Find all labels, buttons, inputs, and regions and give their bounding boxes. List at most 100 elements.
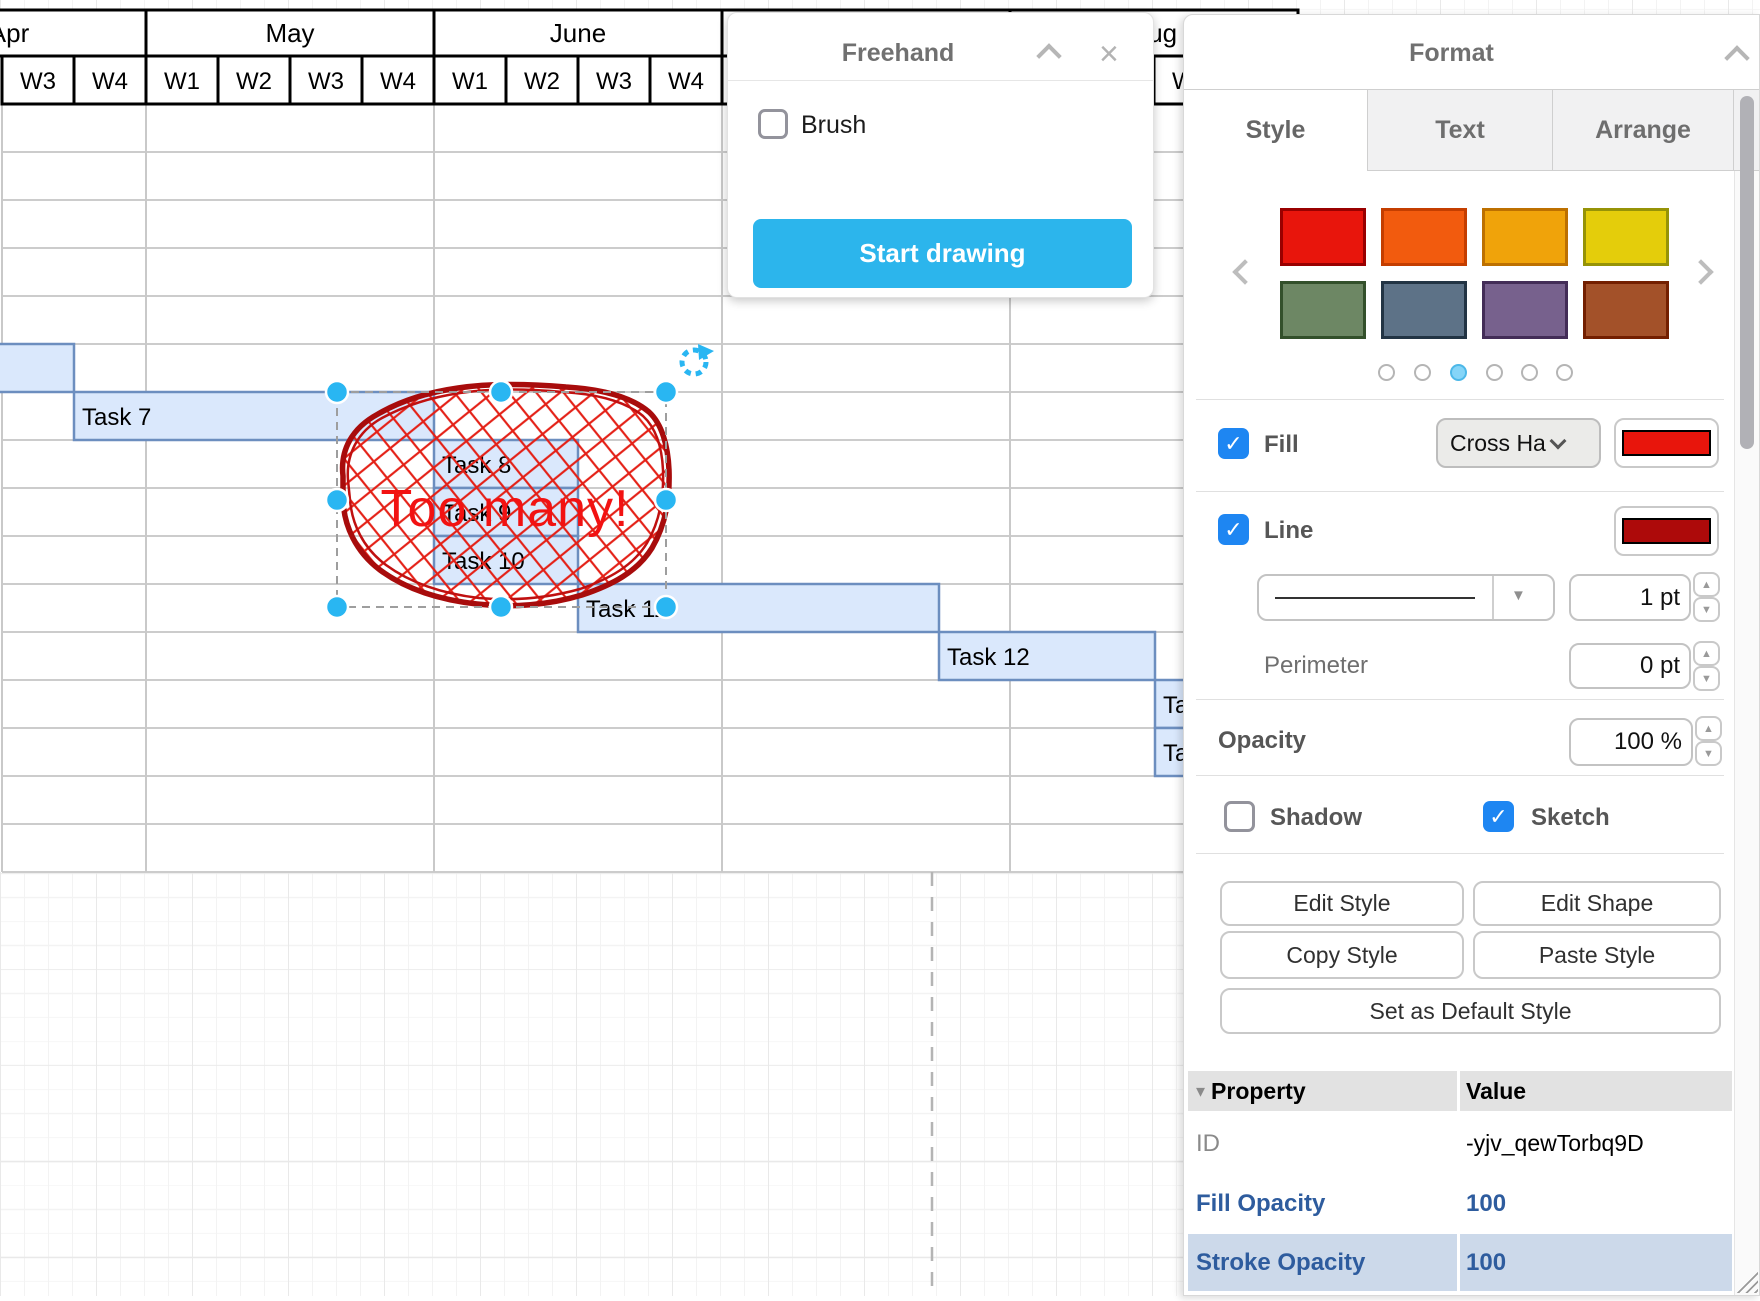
month-label: Apr <box>0 18 30 48</box>
week-label: W2 <box>236 68 272 95</box>
opacity-stepper[interactable]: ▲ ▼ <box>1695 716 1722 766</box>
perimeter-label: Perimeter <box>1264 652 1368 680</box>
palette-page-dot[interactable] <box>1378 364 1395 381</box>
line-width-input[interactable]: 1 pt <box>1569 574 1691 621</box>
tab-style[interactable]: Style <box>1184 90 1368 171</box>
property-header-cell[interactable]: ▾ Property <box>1188 1071 1457 1111</box>
value-header-cell[interactable]: Value <box>1460 1071 1732 1111</box>
fill-label: Fill <box>1264 431 1299 459</box>
task-label: Task 7 <box>82 404 151 431</box>
dropdown-arrow-icon: ▼ <box>1511 587 1526 604</box>
section-divider <box>1196 699 1724 700</box>
style-swatch[interactable] <box>1583 281 1669 339</box>
check-icon: ✓ <box>1224 431 1242 457</box>
collapse-icon[interactable] <box>1724 45 1749 70</box>
value-header-label: Value <box>1466 1078 1526 1105</box>
property-name-cell-selected[interactable]: Stroke Opacity <box>1188 1234 1457 1291</box>
style-swatch[interactable] <box>1280 281 1366 339</box>
style-swatch[interactable] <box>1482 208 1568 266</box>
style-swatch[interactable] <box>1482 281 1568 339</box>
resize-handle-sw[interactable] <box>326 596 348 618</box>
line-label: Line <box>1264 517 1313 545</box>
fill-checkbox[interactable]: ✓ <box>1218 428 1249 459</box>
panel-scrollbar-thumb[interactable] <box>1740 96 1754 449</box>
property-header-label: Property <box>1211 1078 1306 1105</box>
style-swatch[interactable] <box>1381 208 1467 266</box>
line-checkbox[interactable]: ✓ <box>1218 514 1249 545</box>
line-width-stepper[interactable]: ▲ ▼ <box>1693 572 1720 622</box>
edit-shape-button[interactable]: Edit Shape <box>1473 881 1721 926</box>
perimeter-input[interactable]: 0 pt <box>1569 643 1691 689</box>
palette-page-dot[interactable] <box>1521 364 1538 381</box>
resize-handle-e[interactable] <box>655 489 677 511</box>
copy-style-button[interactable]: Copy Style <box>1220 931 1464 979</box>
property-value-cell[interactable]: -yjv_qewTorbq9D <box>1460 1114 1732 1173</box>
property-name-cell: ID <box>1188 1114 1457 1173</box>
check-icon: ✓ <box>1224 517 1242 543</box>
style-swatch[interactable] <box>1381 281 1467 339</box>
palette-next-icon[interactable] <box>1688 259 1713 284</box>
freehand-dialog: Freehand × Brush Start drawing <box>727 12 1154 298</box>
sketch-checkbox[interactable]: ✓ <box>1483 801 1514 832</box>
edit-style-button[interactable]: Edit Style <box>1220 881 1464 926</box>
resize-handle-nw[interactable] <box>326 381 348 403</box>
spin-down-icon[interactable]: ▼ <box>1693 666 1720 691</box>
palette-prev-icon[interactable] <box>1232 259 1257 284</box>
set-default-style-button[interactable]: Set as Default Style <box>1220 988 1721 1034</box>
dropdown-separator <box>1492 576 1494 619</box>
spin-up-icon[interactable]: ▲ <box>1693 641 1720 666</box>
section-divider <box>1196 775 1724 776</box>
property-name-cell[interactable]: Fill Opacity <box>1188 1176 1457 1231</box>
sort-arrow-icon: ▾ <box>1196 1081 1205 1102</box>
week-label: W2 <box>524 68 560 95</box>
month-label: June <box>550 18 606 48</box>
resize-handle-n[interactable] <box>490 381 512 403</box>
shadow-label: Shadow <box>1270 804 1362 832</box>
line-color-chip <box>1622 518 1711 544</box>
section-divider <box>1196 853 1724 854</box>
task-bar-partial[interactable] <box>0 344 74 392</box>
line-color-button[interactable] <box>1614 506 1719 556</box>
style-swatch[interactable] <box>1583 208 1669 266</box>
brush-label: Brush <box>801 111 866 140</box>
tab-arrange[interactable]: Arrange <box>1553 90 1734 171</box>
section-divider <box>1196 491 1724 492</box>
palette-page-dot-active[interactable] <box>1450 364 1467 381</box>
week-label: W1 <box>452 68 488 95</box>
week-label: W4 <box>380 68 416 95</box>
week-label: W4 <box>668 68 704 95</box>
sketch-label: Sketch <box>1531 804 1610 832</box>
fill-color-button[interactable] <box>1614 418 1719 468</box>
spin-up-icon[interactable]: ▲ <box>1695 716 1722 741</box>
tab-text[interactable]: Text <box>1368 90 1553 171</box>
resize-handle-w[interactable] <box>326 489 348 511</box>
perimeter-stepper[interactable]: ▲ ▼ <box>1693 641 1720 691</box>
fill-style-dropdown[interactable]: Cross Ha <box>1436 418 1601 468</box>
shadow-checkbox[interactable] <box>1224 801 1255 832</box>
resize-handle-ne[interactable] <box>655 381 677 403</box>
annotation-text[interactable]: Too many! <box>381 480 630 538</box>
line-style-preview <box>1275 597 1475 599</box>
paste-style-button[interactable]: Paste Style <box>1473 931 1721 979</box>
opacity-input[interactable]: 100 % <box>1569 718 1693 766</box>
close-icon[interactable]: × <box>1099 39 1119 69</box>
chevron-down-icon <box>1549 433 1566 450</box>
palette-page-dot[interactable] <box>1486 364 1503 381</box>
week-label: W3 <box>20 68 56 95</box>
palette-page-dot[interactable] <box>1556 364 1573 381</box>
start-drawing-button[interactable]: Start drawing <box>753 219 1132 288</box>
line-style-dropdown[interactable]: ▼ <box>1257 574 1555 621</box>
spin-down-icon[interactable]: ▼ <box>1693 597 1720 622</box>
property-value-cell-selected[interactable]: 100 <box>1460 1234 1732 1291</box>
resize-handle-s[interactable] <box>490 596 512 618</box>
palette-page-dot[interactable] <box>1414 364 1431 381</box>
resize-handle-se[interactable] <box>655 596 677 618</box>
brush-checkbox[interactable] <box>758 109 788 139</box>
property-value-cell[interactable]: 100 <box>1460 1176 1732 1231</box>
spin-down-icon[interactable]: ▼ <box>1695 741 1722 766</box>
opacity-label: Opacity <box>1218 727 1306 755</box>
style-swatch[interactable] <box>1280 208 1366 266</box>
format-panel: Format Style Text Arrange ✓ Fill Cross H… <box>1183 14 1760 1296</box>
check-icon: ✓ <box>1489 804 1507 830</box>
spin-up-icon[interactable]: ▲ <box>1693 572 1720 597</box>
